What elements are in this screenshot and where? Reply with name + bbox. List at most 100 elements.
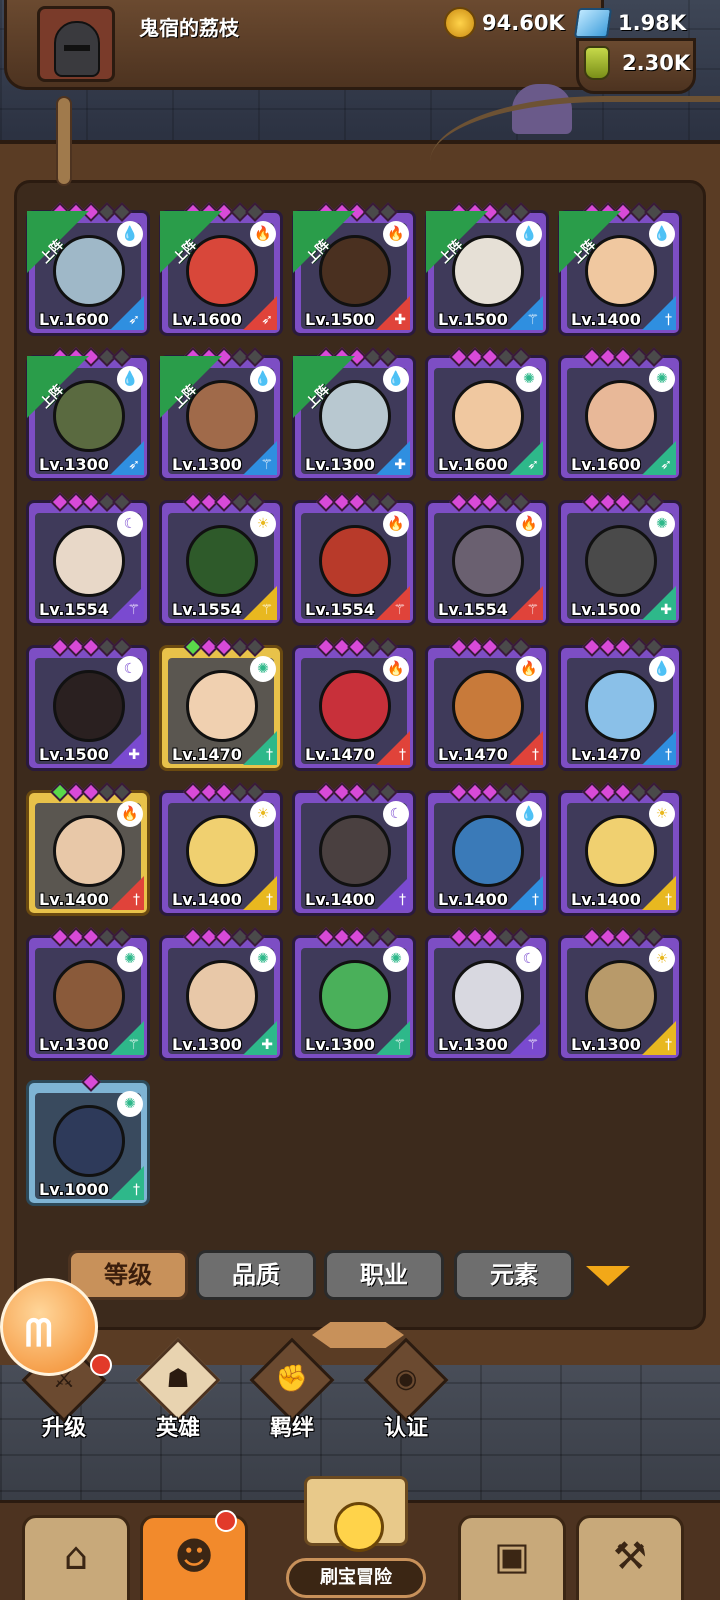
- light-element-icon: ☀: [649, 946, 675, 972]
- sort-tab-level[interactable]: 等级: [68, 1250, 188, 1300]
- hero-card[interactable]: ✺ ✚ Lv.1500: [558, 492, 682, 626]
- hero-level: Lv.1554: [438, 600, 508, 619]
- adventure-label: 刷宝冒险: [286, 1558, 426, 1598]
- hero-card[interactable]: 🔥 † Lv.1400: [26, 782, 150, 916]
- wind-element-icon: ✺: [383, 946, 409, 972]
- hero-card[interactable]: ✺ ➶ Lv.1600: [558, 347, 682, 481]
- hero-level: Lv.1500: [571, 600, 641, 619]
- hero-card[interactable]: ☾ ✚ Lv.1500: [26, 637, 150, 771]
- hero-card[interactable]: 💧 ✚ 上阵 Lv.1300: [292, 347, 416, 481]
- hero-level: Lv.1300: [305, 455, 375, 474]
- hero-card[interactable]: 🔥 ➶ 上阵 Lv.1600: [159, 202, 283, 336]
- hero-card[interactable]: ✺ ⚚ Lv.1300: [292, 927, 416, 1061]
- hero-card[interactable]: 🔥 ⚚ Lv.1554: [425, 492, 549, 626]
- hero-portrait: [452, 670, 524, 742]
- notification-dot: [215, 1510, 237, 1532]
- rank-star-icon: [245, 927, 265, 947]
- rank-stars: [582, 927, 664, 947]
- hero-card[interactable]: ✺ † Lv.1000: [26, 1072, 150, 1206]
- sort-tab-element[interactable]: 元素: [454, 1250, 574, 1300]
- hero-level: Lv.1470: [305, 745, 375, 764]
- hero-card[interactable]: 💧 † 上阵 Lv.1400: [558, 202, 682, 336]
- hero-level: Lv.1400: [305, 890, 375, 909]
- hero-portrait: [53, 1105, 125, 1177]
- hero-card[interactable]: ☀ † Lv.1300: [558, 927, 682, 1061]
- hero-level: Lv.1400: [39, 890, 109, 909]
- hero-card[interactable]: 🔥 † Lv.1470: [292, 637, 416, 771]
- water-element-icon: 💧: [649, 656, 675, 682]
- ice-gem-icon: [573, 8, 613, 38]
- hero-card[interactable]: ✺ ⚚ Lv.1300: [26, 927, 150, 1061]
- hero-portrait: [319, 815, 391, 887]
- rank-star-icon: [511, 782, 531, 802]
- hero-card[interactable]: 💧 † Lv.1470: [558, 637, 682, 771]
- wind-element-icon: ✺: [649, 366, 675, 392]
- hero-portrait: [186, 815, 258, 887]
- rank-star-icon: [112, 782, 132, 802]
- wind-element-icon: ✺: [117, 946, 143, 972]
- potion-amount: 2.30K: [622, 51, 691, 75]
- rank-stars: [183, 492, 265, 512]
- sub-nav-certify[interactable]: ◉ 认证: [356, 1337, 456, 1450]
- hero-card[interactable]: 💧 ⚚ 上阵 Lv.1300: [159, 347, 283, 481]
- hero-level: Lv.1600: [571, 455, 641, 474]
- nav-bag[interactable]: ▣: [458, 1515, 566, 1600]
- hero-level: Lv.1500: [305, 310, 375, 329]
- nav-shop[interactable]: ⌂: [22, 1515, 130, 1600]
- hero-card[interactable]: ☾ ⚚ Lv.1300: [425, 927, 549, 1061]
- gold-currency[interactable]: 94.60K: [444, 6, 565, 40]
- hero-card[interactable]: ☾ ⚚ Lv.1554: [26, 492, 150, 626]
- player-avatar[interactable]: [37, 6, 115, 82]
- rank-stars: [316, 492, 398, 512]
- bag-icon: ▣: [494, 1534, 530, 1578]
- hero-level: Lv.1554: [305, 600, 375, 619]
- hero-card[interactable]: 🔥 ✚ 上阵 Lv.1500: [292, 202, 416, 336]
- hero-level: Lv.1300: [39, 455, 109, 474]
- sort-dropdown-arrow-icon[interactable]: [586, 1266, 630, 1286]
- hero-card[interactable]: 💧 † Lv.1400: [425, 782, 549, 916]
- sort-tab-quality[interactable]: 品质: [196, 1250, 316, 1300]
- nav-forge[interactable]: ⚒: [576, 1515, 684, 1600]
- hero-level: Lv.1300: [172, 455, 242, 474]
- rank-star-icon: [378, 202, 398, 222]
- rank-star-icon: [245, 492, 265, 512]
- hero-card[interactable]: 🔥 † Lv.1470: [425, 637, 549, 771]
- rank-stars: [183, 927, 265, 947]
- nav-heroes[interactable]: ☻: [140, 1510, 248, 1600]
- hero-glyph: ☗: [166, 1364, 190, 1394]
- hero-portrait: [319, 960, 391, 1032]
- water-element-icon: 💧: [250, 366, 276, 392]
- hero-card[interactable]: ✺ ➶ Lv.1600: [425, 347, 549, 481]
- floating-assistant-button[interactable]: ᗰ: [0, 1278, 98, 1376]
- potion-currency[interactable]: 2.30K: [584, 46, 690, 80]
- sort-tab-class[interactable]: 职业: [324, 1250, 444, 1300]
- gem-currency[interactable]: 1.98K: [573, 6, 686, 40]
- hero-card[interactable]: 💧 ➶ 上阵 Lv.1300: [26, 347, 150, 481]
- hero-card[interactable]: ☀ † Lv.1400: [159, 782, 283, 916]
- water-element-icon: 💧: [117, 221, 143, 247]
- hero-card[interactable]: ☾ † Lv.1400: [292, 782, 416, 916]
- sub-nav-hero[interactable]: ☗ 英雄: [128, 1337, 228, 1450]
- hero-card[interactable]: 💧 ⚚ 上阵 Lv.1500: [425, 202, 549, 336]
- rank-star-icon: [511, 492, 531, 512]
- hero-card[interactable]: ☀ † Lv.1400: [558, 782, 682, 916]
- dark-element-icon: ☾: [516, 946, 542, 972]
- rank-star-icon: [378, 492, 398, 512]
- water-element-icon: 💧: [516, 221, 542, 247]
- treasure-adventure-button[interactable]: 刷宝冒险: [258, 1476, 454, 1600]
- sub-nav-bond[interactable]: ✊ 羁绊: [242, 1337, 342, 1450]
- hero-card[interactable]: ✺ † Lv.1470: [159, 637, 283, 771]
- gold-coin-icon: [444, 7, 476, 39]
- hero-card[interactable]: 🔥 ⚚ Lv.1554: [292, 492, 416, 626]
- hero-card[interactable]: ☀ ⚚ Lv.1554: [159, 492, 283, 626]
- hero-card[interactable]: 💧 ➶ 上阵 Lv.1600: [26, 202, 150, 336]
- hero-level: Lv.1000: [39, 1180, 109, 1199]
- hero-level: Lv.1500: [39, 745, 109, 764]
- hero-card[interactable]: ✺ ✚ Lv.1300: [159, 927, 283, 1061]
- hero-level: Lv.1554: [39, 600, 109, 619]
- rank-stars: [53, 1072, 129, 1092]
- fire-element-icon: 🔥: [383, 656, 409, 682]
- hero-level: Lv.1470: [571, 745, 641, 764]
- rank-star-icon: [511, 927, 531, 947]
- rank-stars: [316, 927, 398, 947]
